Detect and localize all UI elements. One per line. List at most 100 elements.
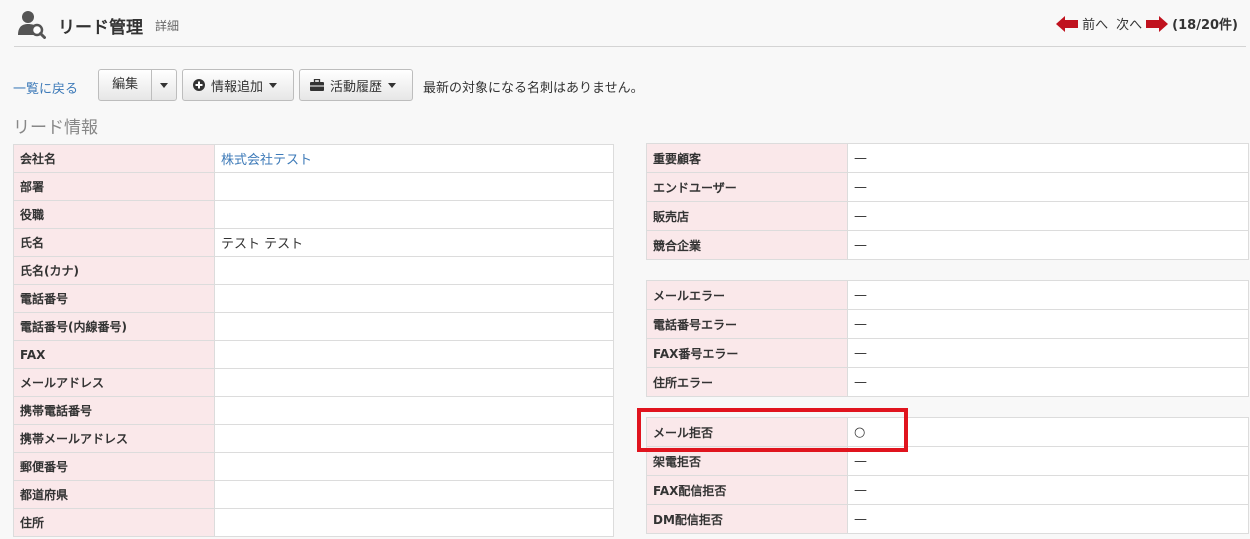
field-label: 携帯メールアドレス: [13, 424, 215, 453]
field-value: [214, 368, 614, 397]
caret-down-icon: [388, 82, 397, 88]
field-value: [214, 172, 614, 201]
table-row: メールアドレス: [13, 368, 614, 397]
field-label: メールアドレス: [13, 368, 215, 397]
table-row: 住所: [13, 508, 614, 537]
table-row: 都道府県: [13, 480, 614, 509]
table-row: FAX番号エラー —: [646, 338, 1249, 368]
table-row: DM配信拒否 —: [646, 504, 1249, 534]
field-value: [214, 508, 614, 537]
field-value: [214, 284, 614, 313]
highlight-box: [637, 408, 908, 452]
field-label: エンドユーザー: [646, 172, 848, 202]
field-label: 競合企業: [646, 230, 848, 260]
table-row: 電話番号エラー —: [646, 309, 1249, 339]
table-row: FAX配信拒否 —: [646, 475, 1249, 505]
table-row: 部署: [13, 172, 614, 201]
field-value: [214, 340, 614, 369]
field-label: 住所: [13, 508, 215, 537]
field-label: FAX: [13, 340, 215, 369]
field-label: 販売店: [646, 201, 848, 231]
table-row: 携帯電話番号: [13, 396, 614, 425]
field-label: 電話番号: [13, 284, 215, 313]
next-link[interactable]: 次へ: [1116, 14, 1142, 33]
arrow-right-icon[interactable]: [1146, 15, 1169, 32]
caret-down-icon: [160, 82, 169, 88]
field-value: [214, 312, 614, 341]
table-row: 電話番号(内線番号): [13, 312, 614, 341]
table-row: 氏名 テスト テスト: [13, 228, 614, 257]
field-value: [214, 424, 614, 453]
section-title: リード情報: [13, 118, 98, 138]
field-value: —: [847, 230, 1249, 260]
field-label: FAX配信拒否: [646, 475, 848, 505]
arrow-left-icon[interactable]: [1056, 15, 1079, 32]
field-label: 氏名(カナ): [13, 256, 215, 285]
table-row: 郵便番号: [13, 452, 614, 481]
table-row: 会社名 株式会社テスト: [13, 144, 614, 173]
field-label: 電話番号(内線番号): [13, 312, 215, 341]
briefcase-icon: [310, 79, 324, 91]
activity-history-button[interactable]: 活動履歴: [299, 69, 413, 101]
prev-link[interactable]: 前へ: [1082, 14, 1108, 33]
card-status-message: 最新の対象になる名刺はありません。: [423, 81, 644, 96]
table-row: 携帯メールアドレス: [13, 424, 614, 453]
company-name-link[interactable]: 株式会社テスト: [214, 144, 614, 173]
page-header: リード管理 詳細 前へ 次へ (18/20件): [0, 0, 1250, 47]
user-search-icon: [18, 11, 46, 39]
add-info-button[interactable]: 情報追加: [182, 69, 294, 101]
field-value: [214, 480, 614, 509]
activity-history-label: 活動履歴: [330, 79, 383, 95]
company-name-value[interactable]: 株式会社テスト: [221, 153, 312, 168]
table-row: 住所エラー —: [646, 367, 1249, 397]
table-row: 重要顧客 —: [646, 143, 1249, 173]
back-to-list-link[interactable]: 一覧に戻る: [13, 78, 78, 97]
field-value: —: [847, 475, 1249, 505]
table-row: エンドユーザー —: [646, 172, 1249, 202]
field-value: —: [847, 201, 1249, 231]
field-label: 郵便番号: [13, 452, 215, 481]
field-label: 部署: [13, 172, 215, 201]
field-label: 役職: [13, 200, 215, 229]
edit-button-group: 編集: [98, 69, 177, 101]
toolbar: 一覧に戻る 編集 情報追加 活動履歴 最新の対象になる名刺はありません。: [0, 68, 1250, 104]
table-row: 氏名(カナ): [13, 256, 614, 285]
field-label: 都道府県: [13, 480, 215, 509]
field-value: [214, 256, 614, 285]
table-row: 競合企業 —: [646, 230, 1249, 260]
record-count: (18/20件): [1172, 18, 1238, 33]
field-label: 重要顧客: [646, 143, 848, 173]
add-info-label: 情報追加: [211, 79, 264, 95]
edit-button[interactable]: 編集: [99, 70, 153, 100]
field-value: テスト テスト: [214, 228, 614, 257]
field-label: 住所エラー: [646, 367, 848, 397]
field-value: —: [847, 504, 1249, 534]
field-value: —: [847, 367, 1249, 397]
table-row: 役職: [13, 200, 614, 229]
field-value: —: [847, 172, 1249, 202]
table-row: 販売店 —: [646, 201, 1249, 231]
table-row: FAX: [13, 340, 614, 369]
field-label: DM配信拒否: [646, 504, 848, 534]
header-divider: [14, 46, 1246, 47]
field-label: 携帯電話番号: [13, 396, 215, 425]
pager: 前へ 次へ (18/20件): [1056, 14, 1242, 33]
caret-down-icon: [269, 82, 278, 88]
field-value: —: [847, 143, 1249, 173]
lead-info-table: 会社名 株式会社テスト 部署 役職 氏名 テスト テスト 氏名(カナ) 電話番号 電…: [13, 144, 614, 537]
customer-type-table: 重要顧客 — エンドユーザー — 販売店 — 競合企業 —: [646, 143, 1249, 260]
field-label: 会社名: [13, 144, 215, 173]
page-title: リード管理: [58, 18, 143, 38]
field-value: —: [847, 280, 1249, 310]
field-value: [214, 200, 614, 229]
table-row: メールエラー —: [646, 280, 1249, 310]
error-status-table: メールエラー — 電話番号エラー — FAX番号エラー — 住所エラー —: [646, 280, 1249, 397]
plus-circle-icon: [193, 79, 205, 91]
field-label: 電話番号エラー: [646, 309, 848, 339]
edit-dropdown-toggle[interactable]: [152, 70, 176, 100]
table-row: 電話番号: [13, 284, 614, 313]
field-value: —: [847, 309, 1249, 339]
field-value: [214, 452, 614, 481]
field-value: —: [847, 338, 1249, 368]
field-label: メールエラー: [646, 280, 848, 310]
